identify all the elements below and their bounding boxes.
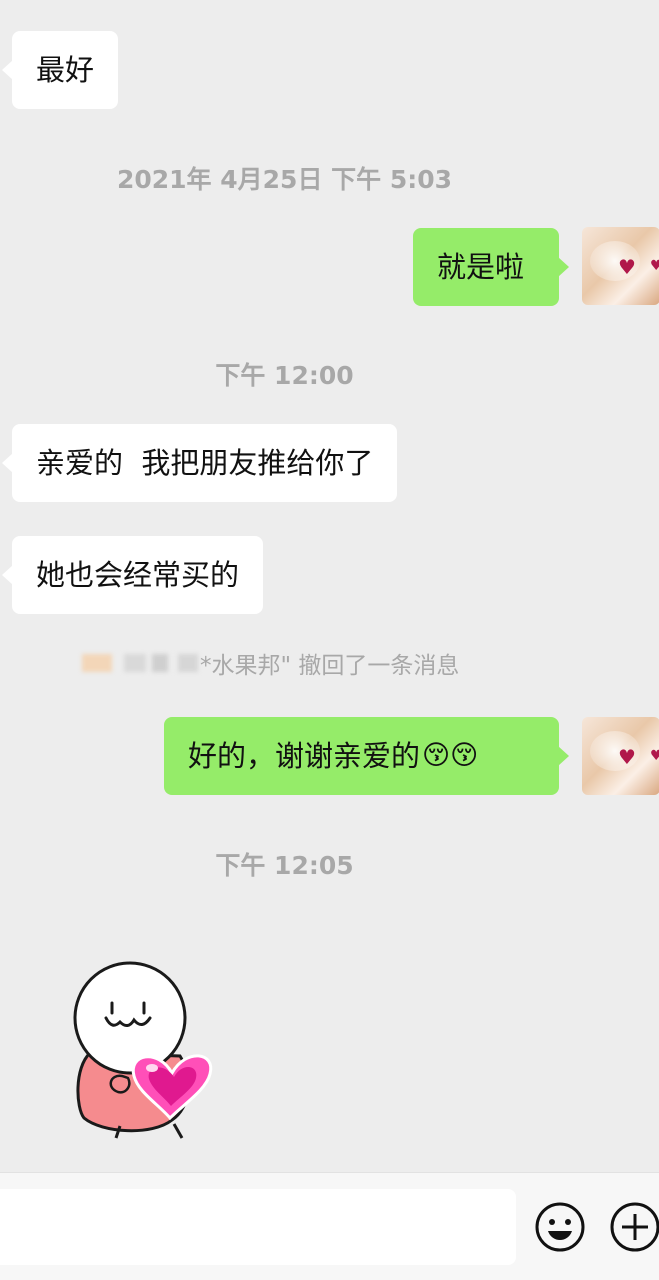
outgoing-message[interactable]: 就是啦 [413,228,569,306]
message-text: 亲爱的 我把朋友推给你了 [36,445,374,480]
timestamp: 下午 12:00 [215,361,354,390]
incoming-message[interactable]: 她也会经常买的 [1,536,264,614]
sticker-image [73,961,213,1139]
chat-area: 最好 2021年 4月25日 下午 5:03 就是啦 ♥ ♥ 下午 12:00 … [0,0,659,1172]
heart-sticker[interactable] [62,958,222,1148]
kissing-face-emoji: 😚😚 [422,739,479,771]
timestamp: 2021年 4月25日 下午 5:03 [116,165,453,194]
heart-icon: ♥ [618,745,636,769]
message-text: 她也会经常买的 [36,557,240,592]
blurred-name [40,644,200,674]
message-text: 最好 [36,52,95,87]
my-avatar[interactable]: ♥ ♥ [582,717,659,795]
incoming-message[interactable]: 最好 [1,31,119,109]
message-text: 好的，谢谢亲爱的 [188,738,421,773]
smiley-face-icon [535,1202,585,1252]
heart-icon: ♥ [618,255,636,279]
timestamp: 下午 12:05 [215,851,354,880]
heart-icon: ♥ [650,258,659,274]
message-text: 就是啦 [437,249,525,284]
recall-notice: *水果邦" 撤回了一条消息 [40,644,620,679]
smiley-face-icon[interactable] [534,1201,586,1253]
outgoing-message[interactable]: 好的，谢谢亲爱的 😚😚 [164,717,569,795]
incoming-message[interactable]: 亲爱的 我把朋友推给你了 [1,424,398,502]
heart-icon: ♥ [650,748,659,764]
plus-circle-icon [610,1202,659,1252]
my-avatar[interactable]: ♥ ♥ [582,227,659,305]
recall-text: *水果邦" 撤回了一条消息 [200,653,460,679]
input-bar [0,1172,659,1280]
plus-circle-icon[interactable] [609,1201,659,1253]
message-input[interactable] [0,1189,516,1265]
